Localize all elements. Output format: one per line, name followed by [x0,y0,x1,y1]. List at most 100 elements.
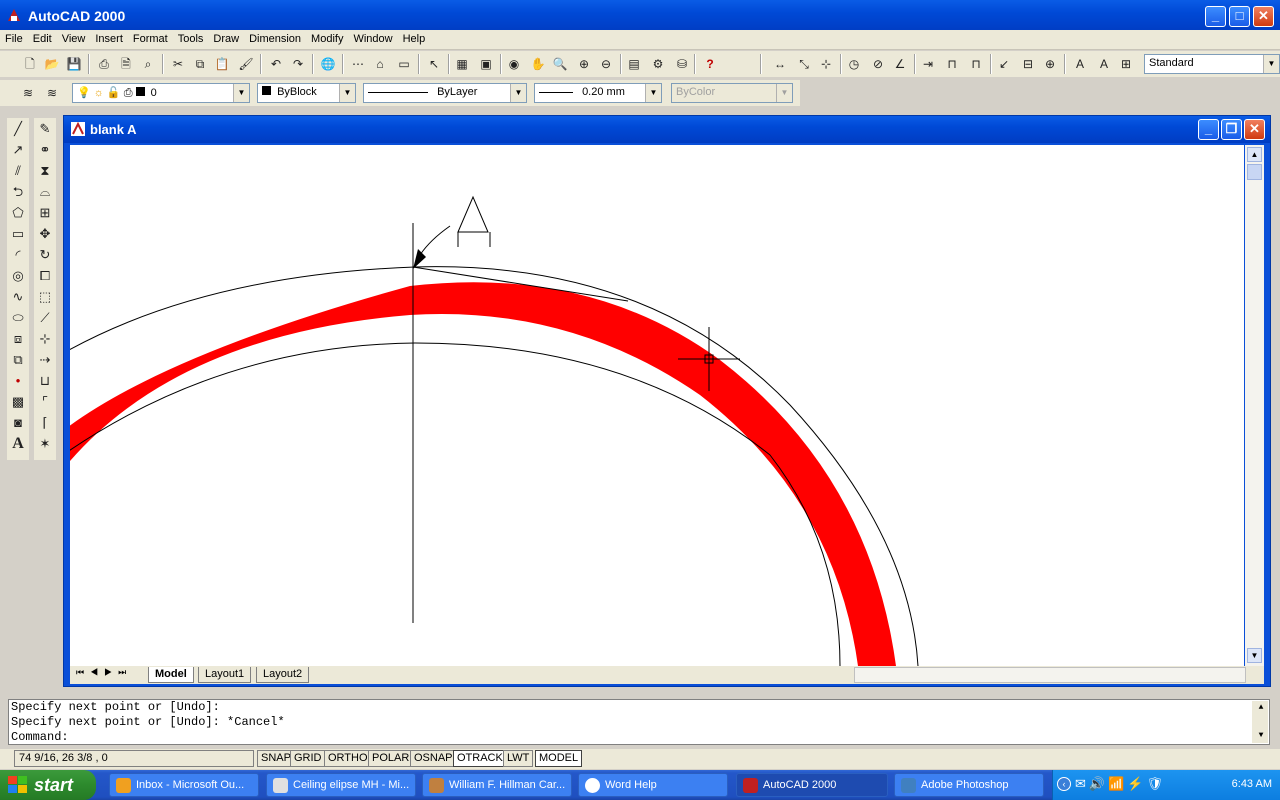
task-photoshop[interactable]: Adobe Photoshop [894,773,1044,797]
menu-file[interactable]: File [0,30,28,50]
viewport-icon[interactable]: ▣ [478,56,494,72]
menu-dimension[interactable]: Dimension [244,30,306,50]
drawing-minimize-button[interactable]: _ [1198,119,1219,140]
color-select[interactable]: ByBlock ▼ [257,83,356,103]
3d-orbit-icon[interactable]: ◉ [506,56,522,72]
grid-toggle[interactable]: GRID [290,750,326,767]
stretch-icon[interactable]: ⬚ [34,286,56,307]
explode-icon[interactable]: ✶ [34,433,56,454]
coordinates-readout[interactable]: 74 9/16, 26 3/8 , 0 [14,750,254,767]
close-button[interactable]: ✕ [1253,6,1274,27]
make-block-icon[interactable]: ⧉ [7,349,29,370]
menu-format[interactable]: Format [128,30,173,50]
autocad-app-icon[interactable] [6,7,22,23]
tray-expand-icon[interactable]: ‹ [1057,777,1071,791]
angular-dimension-icon[interactable]: ∠ [892,56,908,72]
scroll-thumb[interactable] [1247,164,1262,180]
vertical-scrollbar[interactable]: ▲ ▼ [1245,145,1264,666]
dimension-text-edit-icon[interactable]: A [1096,56,1112,72]
line-icon[interactable]: ╱ [7,118,29,139]
leader-icon[interactable]: ↙ [996,56,1012,72]
command-scrollbar[interactable]: ▲ ▼ [1252,701,1268,743]
tracking-icon[interactable]: ⋯ [350,56,366,72]
print-preview-icon[interactable]: 🗎 [118,56,134,72]
drawing-close-button[interactable]: ✕ [1244,119,1265,140]
menu-insert[interactable]: Insert [90,30,128,50]
polyline-icon[interactable]: ⮌ [7,181,29,202]
scroll-up-icon[interactable]: ▲ [1247,147,1262,162]
tolerance-icon[interactable]: ⊟ [1020,56,1036,72]
task-word-help[interactable]: Word Help [578,773,728,797]
extend-icon[interactable]: ⇢ [34,349,56,370]
menu-window[interactable]: Window [348,30,397,50]
task-autocad[interactable]: AutoCAD 2000 [736,773,888,797]
undo-icon[interactable]: ↶ [268,56,284,72]
insert-block-icon[interactable]: ⧈ [7,328,29,349]
erase-icon[interactable]: ✎ [34,118,56,139]
chamfer-icon[interactable]: ⌜ [34,391,56,412]
ucs-icon[interactable]: ⌂ [372,56,388,72]
design-center-icon[interactable]: ⚙ [650,56,666,72]
tab-layout2[interactable]: Layout2 [256,667,310,683]
clock[interactable]: 6:43 AM [1232,778,1272,790]
osnap-toggle[interactable]: OSNAP [410,750,457,767]
menu-tools[interactable]: Tools [173,30,209,50]
polygon-icon[interactable]: ⬠ [7,202,29,223]
drawing-canvas[interactable]: A [70,145,1244,666]
chevron-down-icon[interactable]: ▼ [510,84,526,102]
break-icon[interactable]: ⊔ [34,370,56,391]
arc-icon[interactable]: ◜ [7,244,29,265]
trim-icon[interactable]: ⊹ [34,328,56,349]
region-icon[interactable]: ◙ [7,412,29,433]
rotate-icon[interactable]: ↻ [34,244,56,265]
scroll-down-icon[interactable]: ▼ [1247,648,1262,663]
task-ceiling-elipse[interactable]: Ceiling elipse MH - Mi... [266,773,416,797]
scale-icon[interactable]: ⧠ [34,265,56,286]
ortho-toggle[interactable]: ORTHO [324,750,372,767]
center-mark-icon[interactable]: ⊕ [1042,56,1058,72]
rectangle-icon[interactable]: ▭ [7,223,29,244]
drawing-restore-button[interactable]: ❐ [1221,119,1242,140]
drawing-icon[interactable] [70,121,86,137]
minimize-button[interactable]: _ [1205,6,1226,27]
spline-icon[interactable]: ∿ [7,286,29,307]
radius-dimension-icon[interactable]: ◷ [846,56,862,72]
move-icon[interactable]: ✥ [34,223,56,244]
task-hillman[interactable]: William F. Hillman Car... [422,773,572,797]
mirror-icon[interactable]: ⧗ [34,160,56,181]
copy-object-icon[interactable]: ⚭ [34,139,56,160]
lengthen-icon[interactable]: ⟋ [34,307,56,328]
tray-icons[interactable]: ✉🔊📶⚡🛡 [1075,776,1166,792]
ordinate-dimension-icon[interactable]: ⊹ [818,56,834,72]
array-icon[interactable]: ⊞ [34,202,56,223]
redraw-icon[interactable]: ↖ [426,56,442,72]
zoom-realtime-icon[interactable]: 🔍 [552,56,568,72]
zoom-window-icon[interactable]: ⊕ [576,56,592,72]
menu-modify[interactable]: Modify [306,30,348,50]
hatch-icon[interactable]: ▩ [7,391,29,412]
chevron-down-icon[interactable]: ▼ [339,84,355,102]
linear-dimension-icon[interactable]: ↔ [772,56,788,72]
pan-icon[interactable]: ✋ [530,56,546,72]
aligned-dimension-icon[interactable]: ⤡ [796,56,812,72]
horizontal-scrollbar[interactable] [854,667,1246,683]
inquiry-icon[interactable]: ▭ [396,56,412,72]
polar-toggle[interactable]: POLAR [368,750,414,767]
start-button[interactable]: start [0,770,96,800]
chevron-down-icon[interactable]: ▼ [233,84,249,102]
redo-icon[interactable]: ↷ [290,56,306,72]
task-inbox[interactable]: Inbox - Microsoft Ou... [109,773,259,797]
print-icon[interactable]: ⎙ [96,56,112,72]
continue-dimension-icon[interactable]: ⊓ [968,56,984,72]
find-icon[interactable]: ⌕ [140,56,156,72]
open-folder-icon[interactable]: 📂 [44,56,60,72]
menu-view[interactable]: View [57,30,91,50]
command-prompt[interactable]: Command: [9,730,1269,745]
lineweight-select[interactable]: 0.20 mm ▼ [534,83,662,103]
zoom-previous-icon[interactable]: ⊖ [598,56,614,72]
save-icon[interactable]: 💾 [66,56,82,72]
paste-icon[interactable]: 📋 [214,56,230,72]
ellipse-icon[interactable]: ⬭ [7,307,29,328]
diameter-dimension-icon[interactable]: ⊘ [870,56,886,72]
menu-help[interactable]: Help [398,30,431,50]
